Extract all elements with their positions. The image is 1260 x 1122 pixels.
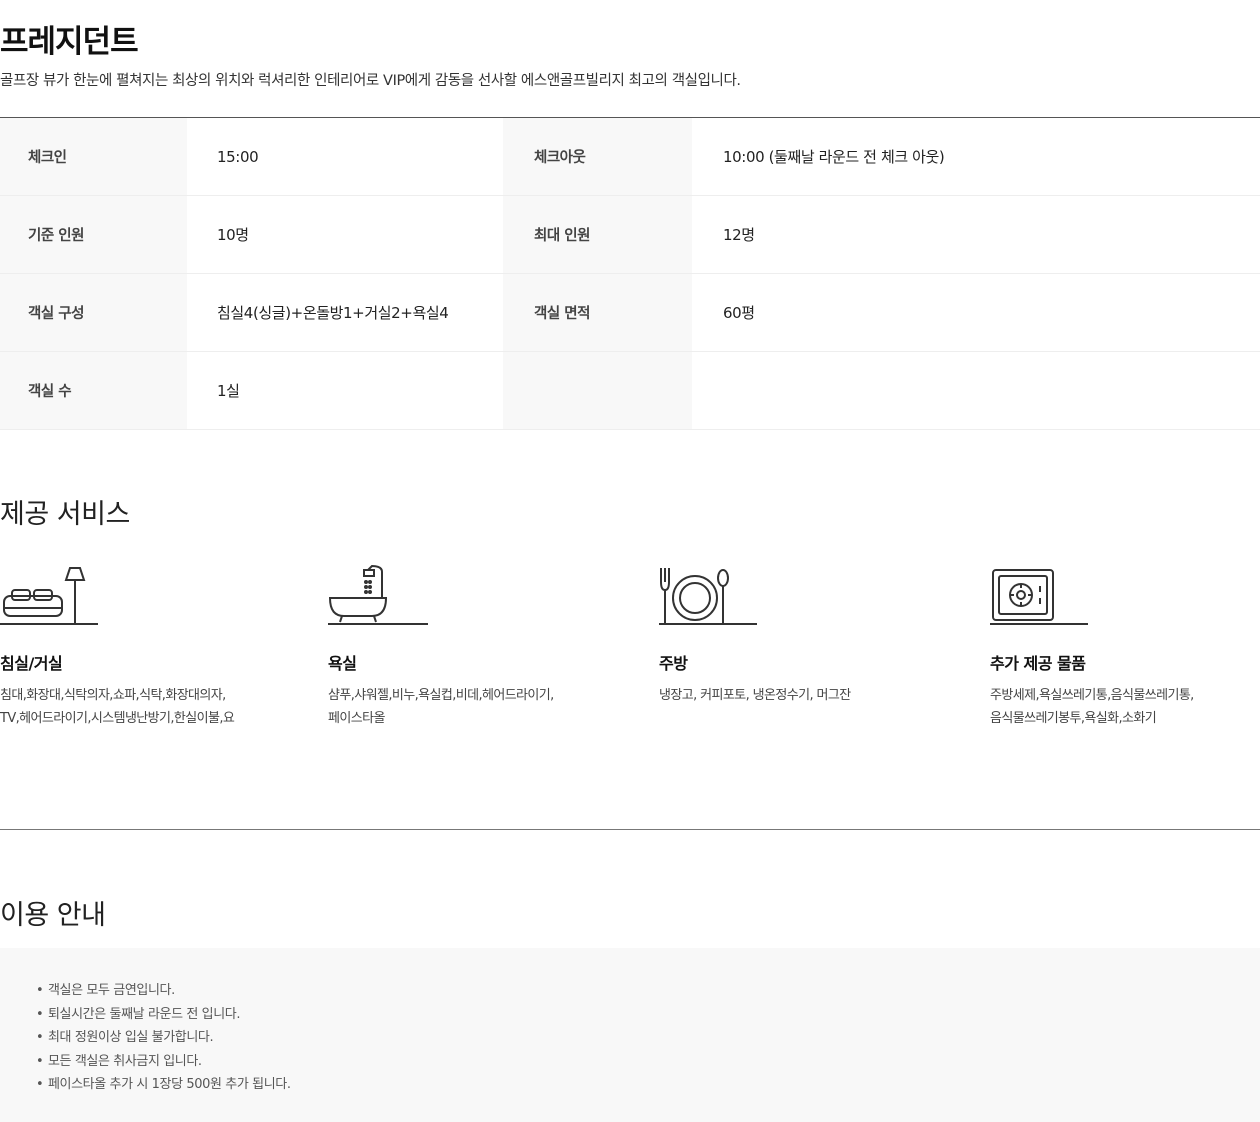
info-label-base-capacity: 기준 인원 <box>0 196 187 273</box>
notice-item-text: 객실은 모두 금연입니다. <box>48 983 175 998</box>
bathtub-icon <box>328 562 628 626</box>
info-label-max-capacity: 최대 인원 <box>503 196 692 273</box>
notice-item: • 최대 정원이상 입실 불가합니다. <box>36 1026 291 1050</box>
service-title-kitchen: 주방 <box>659 654 688 673</box>
notice-item: • 모든 객실은 취사금지 입니다. <box>36 1050 291 1074</box>
info-value-checkin: 15:00 <box>187 118 503 195</box>
service-title-extras: 추가 제공 물품 <box>990 654 1086 673</box>
info-value-checkout: 10:00 (둘째날 라운드 전 체크 아웃) <box>692 118 1260 195</box>
info-label-room-area: 객실 면적 <box>503 274 692 351</box>
service-item-bathroom: 욕실 샴푸,샤워젤,비누,욕실컵,비데,헤어드라이기, 페이스타올 <box>328 562 628 730</box>
service-item-extras: 추가 제공 물품 주방세제,욕실쓰레기통,음식물쓰레기통, 음식물쓰레기봉투,욕… <box>990 562 1260 730</box>
service-desc-bathroom: 샴푸,샤워젤,비누,욕실컵,비데,헤어드라이기, 페이스타올 <box>328 684 628 730</box>
info-label-room-layout: 객실 구성 <box>0 274 187 351</box>
notice-item: • 퇴실시간은 둘째날 라운드 전 입니다. <box>36 1003 291 1027</box>
bed-lamp-icon <box>0 562 300 626</box>
notice-item-text: 최대 정원이상 입실 불가합니다. <box>48 1030 214 1045</box>
service-desc-line: 주방세제,욕실쓰레기통,음식물쓰레기통, <box>990 688 1194 703</box>
bullet-icon: • <box>36 1077 44 1092</box>
services-heading: 제공 서비스 <box>0 499 130 530</box>
service-item-bedroom: 침실/거실 침대,화장대,식탁의자,쇼파,식탁,화장대의자, TV,헤어드라이기… <box>0 562 300 730</box>
bullet-icon: • <box>36 983 44 998</box>
dining-plate-icon <box>659 562 959 626</box>
notice-item-text: 모든 객실은 취사금지 입니다. <box>48 1053 202 1069</box>
service-desc-kitchen: 냉장고, 커피포토, 냉온정수기, 머그잔 <box>659 684 959 707</box>
bullet-icon: • <box>36 1006 44 1022</box>
info-label-checkout: 체크아웃 <box>503 118 692 195</box>
info-value-max-capacity: 12명 <box>692 196 1260 273</box>
notice-item-text: 퇴실시간은 둘째날 라운드 전 입니다. <box>48 1006 241 1022</box>
service-desc-line: 음식물쓰레기봉투,욕실화,소화기 <box>990 711 1157 726</box>
bullet-icon: • <box>36 1030 44 1045</box>
service-title-bathroom: 욕실 <box>328 654 357 673</box>
info-label-empty <box>503 352 692 429</box>
info-value-room-area: 60평 <box>692 274 1260 351</box>
service-item-kitchen: 주방 냉장고, 커피포토, 냉온정수기, 머그잔 <box>659 562 959 707</box>
safe-icon <box>990 562 1260 626</box>
service-desc-line: 샴푸,샤워젤,비누,욕실컵,비데,헤어드라이기, <box>328 688 554 703</box>
service-desc-line: TV,헤어드라이기,시스템냉난방기,한실이불,요 <box>0 711 235 726</box>
info-label-room-count: 객실 수 <box>0 352 187 429</box>
service-title-bedroom: 침실/거실 <box>0 654 63 673</box>
room-info-table: 체크인 15:00 체크아웃 10:00 (둘째날 라운드 전 체크 아웃) 기… <box>0 117 1260 430</box>
notice-list: • 객실은 모두 금연입니다. • 퇴실시간은 둘째날 라운드 전 입니다. • 최대… <box>36 979 291 1097</box>
info-value-base-capacity: 10명 <box>187 196 503 273</box>
info-value-empty <box>692 352 1260 429</box>
section-divider <box>0 829 1260 830</box>
info-row-layout: 객실 구성 침실4(싱글)+온돌방1+거실2+욕실4 객실 면적 60평 <box>0 274 1260 352</box>
bullet-icon: • <box>36 1053 44 1069</box>
info-row-checkin: 체크인 15:00 체크아웃 10:00 (둘째날 라운드 전 체크 아웃) <box>0 118 1260 196</box>
info-row-count: 객실 수 1실 <box>0 352 1260 430</box>
notice-heading: 이용 안내 <box>0 900 106 931</box>
service-desc-bedroom: 침대,화장대,식탁의자,쇼파,식탁,화장대의자, TV,헤어드라이기,시스템냉난… <box>0 684 300 730</box>
info-value-room-count: 1실 <box>187 352 503 429</box>
service-desc-extras: 주방세제,욕실쓰레기통,음식물쓰레기통, 음식물쓰레기봉투,욕실화,소화기 <box>990 684 1260 730</box>
room-title: 프레지던트 <box>0 24 139 60</box>
info-label-checkin: 체크인 <box>0 118 187 195</box>
info-row-capacity: 기준 인원 10명 최대 인원 12명 <box>0 196 1260 274</box>
service-desc-line: 페이스타올 <box>328 711 385 726</box>
service-desc-line: 냉장고, 커피포토, 냉온정수기, 머그잔 <box>659 688 851 703</box>
notice-item: • 객실은 모두 금연입니다. <box>36 979 291 1003</box>
notice-box: • 객실은 모두 금연입니다. • 퇴실시간은 둘째날 라운드 전 입니다. • 최대… <box>0 948 1260 1122</box>
service-desc-line: 침대,화장대,식탁의자,쇼파,식탁,화장대의자, <box>0 688 226 703</box>
services-list: 침실/거실 침대,화장대,식탁의자,쇼파,식탁,화장대의자, TV,헤어드라이기… <box>0 562 1260 742</box>
info-value-room-layout: 침실4(싱글)+온돌방1+거실2+욕실4 <box>187 274 503 351</box>
notice-item-text: 페이스타올 추가 시 1장당 500원 추가 됩니다. <box>48 1077 291 1092</box>
room-description: 골프장 뷰가 한눈에 펼쳐지는 최상의 위치와 럭셔리한 인테리어로 VIP에게… <box>0 73 741 89</box>
notice-item: • 페이스타올 추가 시 1장당 500원 추가 됩니다. <box>36 1073 291 1097</box>
